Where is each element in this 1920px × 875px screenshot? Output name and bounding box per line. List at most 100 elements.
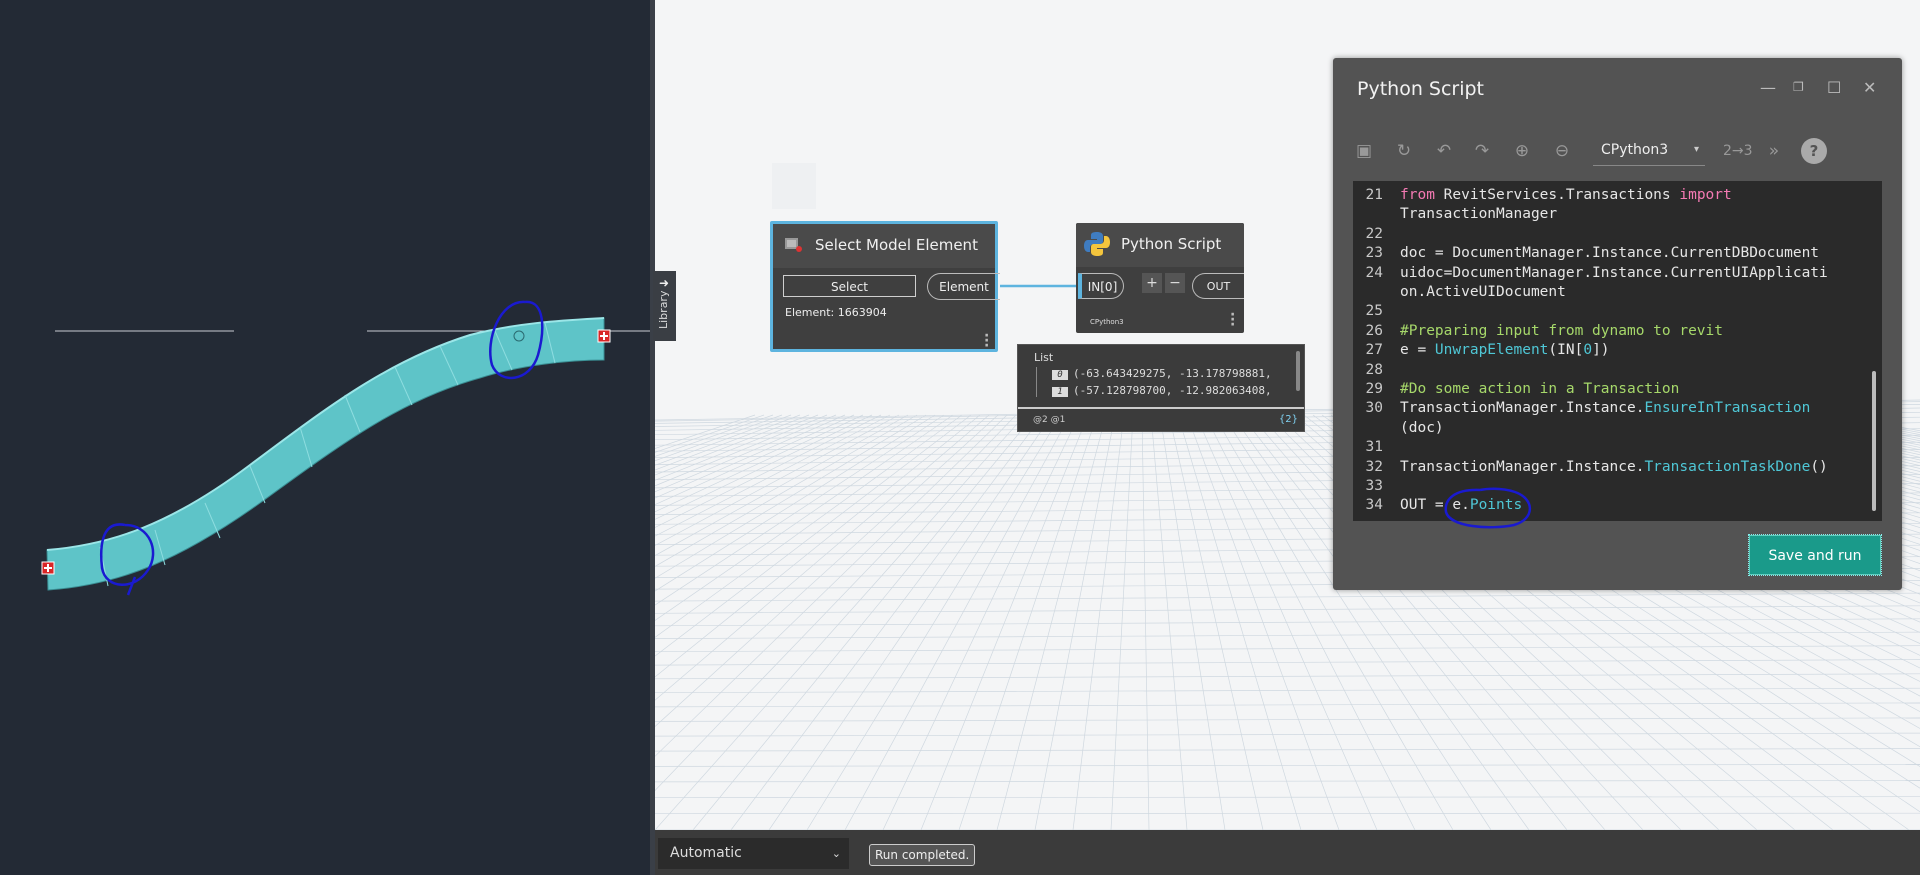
more-icon[interactable]: » — [1763, 140, 1785, 162]
minimize-icon[interactable]: — — [1760, 78, 1776, 97]
preview-value: (-57.128798700, -12.982063408, — [1073, 384, 1272, 397]
run-mode-value: Automatic — [670, 845, 742, 861]
line-number: 21 — [1365, 187, 1383, 203]
code-line: TransactionManager — [1400, 206, 1557, 222]
help-icon[interactable]: ? — [1801, 138, 1827, 164]
output-port-element[interactable]: Element — [927, 273, 1000, 300]
python-logo-icon — [1084, 232, 1110, 256]
ghost-preview — [772, 163, 816, 209]
pipe-end-connector-left — [41, 561, 55, 575]
engine-dropdown-value: CPython3 — [1601, 142, 1669, 158]
preview-index: 0 — [1052, 370, 1068, 380]
editor-toolbar: ▣ ↻ ↶ ↷ ⊕ ⊖ CPython3 ▾ 2→3 » ? — [1353, 132, 1883, 170]
preview-scrollbar[interactable] — [1296, 351, 1300, 391]
line-number: 27 — [1365, 342, 1383, 359]
code-line: from RevitServices.Transactions import — [1400, 187, 1732, 203]
revit-model-canvas — [41, 300, 650, 596]
select-button[interactable]: Select — [783, 275, 916, 297]
node-title: Select Model Element — [815, 236, 978, 254]
status-bar: Automatic ⌄ Run completed. — [655, 830, 1920, 875]
line-number: 34 — [1365, 497, 1383, 514]
editor-title: Python Script — [1357, 78, 1485, 100]
code-token: (IN[ — [1548, 342, 1584, 359]
maximize-icon[interactable]: ☐ — [1827, 78, 1841, 97]
code-token: e = — [1400, 342, 1435, 359]
code-token: 0 — [1583, 342, 1593, 359]
code-line: (doc) — [1400, 420, 1444, 436]
code-line: TransactionManager.Instance.EnsureInTran… — [1400, 400, 1810, 416]
preview-value: (-63.643429275, -13.178798881, — [1073, 367, 1272, 380]
restore-icon[interactable]: ❐ — [1793, 80, 1804, 94]
code-token: from — [1400, 187, 1444, 203]
line-number: 33 — [1365, 478, 1383, 494]
engine-label: CPython3 — [1090, 318, 1124, 326]
undo-icon[interactable]: ↶ — [1433, 140, 1455, 162]
node-python-script[interactable]: Python Script IN[0] + − OUT CPython3 · · · — [1076, 223, 1244, 333]
node-header[interactable]: Select Model Element — [773, 224, 995, 268]
zoom-out-icon[interactable]: ⊖ — [1551, 140, 1573, 162]
python-script-editor[interactable]: Python Script — ❐ ☐ ✕ ▣ ↻ ↶ ↷ ⊕ ⊖ CPytho… — [1333, 58, 1902, 590]
line-number: 29 — [1365, 381, 1383, 397]
code-token: import — [1679, 187, 1732, 203]
wire-connector[interactable] — [998, 280, 1080, 294]
line-number: 25 — [1365, 303, 1383, 320]
preview-row: 1 (-57.128798700, -12.982063408, — [1052, 384, 1272, 397]
save-icon[interactable]: ▣ — [1353, 140, 1375, 162]
element-id-text: Element: 1663904 — [785, 306, 887, 319]
save-and-run-button[interactable]: Save and run — [1748, 534, 1882, 576]
arrow-right-icon: ➜ — [659, 276, 670, 290]
revit-3d-view[interactable] — [0, 0, 650, 875]
line-number: 23 — [1365, 245, 1383, 262]
run-mode-dropdown[interactable]: Automatic ⌄ — [658, 838, 849, 869]
select-element-icon — [785, 238, 802, 252]
preview-divider — [1018, 407, 1304, 409]
node-select-model-element[interactable]: Select Model Element Select Element Elem… — [770, 221, 1000, 353]
output-port-out[interactable]: OUT — [1192, 273, 1244, 299]
code-token: #Preparing input from dynamo to revit — [1400, 322, 1724, 339]
input-port-in0[interactable]: IN[0] — [1078, 273, 1124, 299]
preview-row: 0 (-63.643429275, -13.178798881, — [1052, 367, 1272, 380]
line-number: 28 — [1365, 361, 1383, 378]
code-line: e = UnwrapElement(IN[0]) — [1400, 342, 1610, 358]
preview-list-label: List — [1034, 351, 1054, 364]
remove-input-button[interactable]: − — [1165, 273, 1185, 293]
zoom-in-icon[interactable]: ⊕ — [1511, 140, 1533, 162]
close-icon[interactable]: ✕ — [1863, 78, 1876, 97]
code-editor[interactable]: 21 from RevitServices.Transactions import… — [1353, 181, 1882, 521]
node-menu-icon[interactable]: · · · — [984, 329, 990, 353]
line-number: 30 — [1365, 400, 1383, 417]
chevron-down-icon: ▾ — [1693, 144, 1699, 155]
code-scrollbar[interactable] — [1872, 371, 1876, 511]
code-line: #Preparing input from dynamo to revit — [1400, 323, 1723, 339]
annotation-circle-points — [1444, 487, 1532, 529]
library-tab[interactable]: ➜ Library — [653, 271, 676, 341]
node-title: Python Script — [1121, 235, 1222, 253]
line-number: 24 — [1365, 264, 1383, 281]
pipe-shape — [46, 317, 605, 591]
code-token: UnwrapElement — [1434, 342, 1549, 359]
list-tree-line — [1036, 367, 1037, 397]
migration-assistant-icon[interactable]: 2→3 — [1723, 140, 1753, 162]
add-input-button[interactable]: + — [1142, 273, 1162, 293]
redo-icon[interactable]: ↷ — [1471, 140, 1493, 162]
node-preview-bubble[interactable]: List 0 (-63.643429275, -13.178798881, 1 (-… — [1017, 344, 1305, 432]
chevron-down-icon: ⌄ — [831, 847, 841, 860]
node-menu-icon[interactable]: · · · — [1230, 308, 1236, 332]
library-label: Library — [657, 290, 670, 329]
code-token: RevitServices.Transactions — [1443, 187, 1680, 203]
code-token: EnsureInTransaction — [1644, 400, 1811, 417]
run-icon[interactable]: ↻ — [1393, 140, 1415, 162]
code-token: TransactionManager.Instance. — [1400, 458, 1645, 475]
code-line: doc = DocumentManager.Instance.CurrentDB… — [1400, 245, 1819, 261]
list-levels: @2 @1 — [1033, 415, 1066, 425]
node-header[interactable]: Python Script — [1076, 223, 1244, 267]
line-number: 22 — [1365, 225, 1383, 242]
code-token: (doc) — [1400, 419, 1444, 436]
code-line: TransactionManager.Instance.TransactionT… — [1400, 459, 1828, 475]
code-token: uidoc=DocumentManager.Instance.CurrentUI… — [1400, 264, 1828, 281]
code-line: uidoc=DocumentManager.Instance.CurrentUI… — [1400, 265, 1828, 281]
code-token: TransactionManager — [1400, 206, 1558, 223]
code-token: TransactionManager.Instance. — [1400, 400, 1645, 417]
preview-index: 1 — [1052, 387, 1068, 397]
engine-dropdown[interactable]: CPython3 ▾ — [1593, 134, 1705, 166]
